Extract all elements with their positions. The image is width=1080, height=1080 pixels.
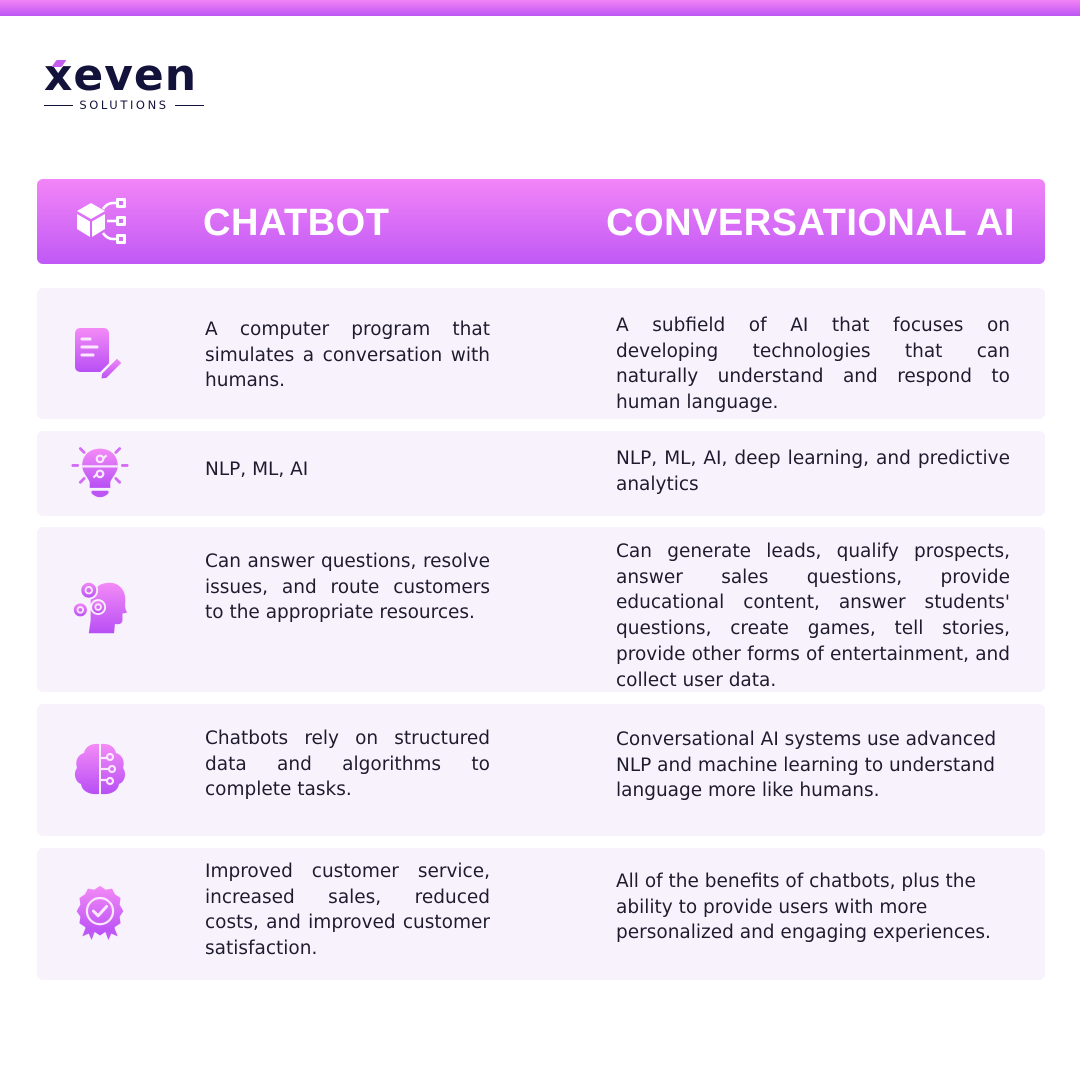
xeven-logo: xeven SOLUTIONS xyxy=(44,54,204,112)
head-gears-icon xyxy=(71,580,128,634)
comparison-row-benefits: Improved customer service, increased sal… xyxy=(37,848,1045,980)
logo-divider-right xyxy=(174,104,204,106)
brain-circuit-icon xyxy=(74,743,126,795)
comparison-row-technologies: NLP, ML, AI NLP, ML, AI, deep learning, … xyxy=(37,431,1045,516)
cube-network-icon xyxy=(77,198,126,244)
conversational-ai-capabilities: Can generate leads, qualify prospects, a… xyxy=(616,541,1010,691)
comparison-row-definition: A computer program that simulates a conv… xyxy=(37,288,1045,419)
comparison-row-approach: Chatbots rely on structured data and alg… xyxy=(37,704,1045,836)
comparison-header: CHATBOT CONVERSATIONAL AI xyxy=(37,179,1045,264)
lightbulb-circuit-icon xyxy=(71,447,129,498)
conversational-ai-technologies: NLP, ML, AI, deep learning, and predicti… xyxy=(616,448,1010,495)
logo-wordmark: xeven xyxy=(44,54,204,98)
conversational-ai-approach: Conversational AI systems use advanced N… xyxy=(616,729,997,802)
chatbot-benefits: Improved customer service, increased sal… xyxy=(205,861,490,960)
top-accent-bar xyxy=(0,0,1080,16)
logo-name: xeven xyxy=(44,50,198,101)
award-badge-check-icon xyxy=(76,885,124,941)
column-title-chatbot: CHATBOT xyxy=(203,202,390,244)
chatbot-capabilities: Can answer questions, resolve issues, an… xyxy=(205,551,490,624)
document-edit-icon xyxy=(75,328,125,382)
chatbot-approach: Chatbots rely on structured data and alg… xyxy=(205,728,490,801)
column-title-conversational-ai: CONVERSATIONAL AI xyxy=(606,202,1015,244)
comparison-row-capabilities: Can answer questions, resolve issues, an… xyxy=(37,527,1045,692)
chatbot-definition: A computer program that simulates a conv… xyxy=(205,319,490,392)
chatbot-technologies: NLP, ML, AI xyxy=(205,459,309,480)
conversational-ai-definition: A subfield of AI that focuses on develop… xyxy=(616,315,1010,414)
conversational-ai-benefits: All of the benefits of chatbots, plus th… xyxy=(616,871,991,944)
logo-divider-left xyxy=(44,104,74,106)
